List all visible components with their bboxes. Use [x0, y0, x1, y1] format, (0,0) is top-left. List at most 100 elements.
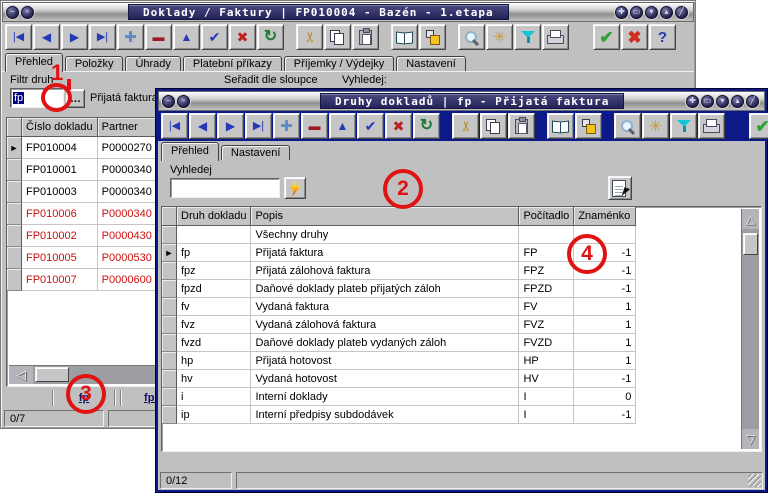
settings-gear-button[interactable]: ✳ [642, 113, 669, 139]
copy-to-button[interactable] [575, 113, 602, 139]
tab-polo-ky[interactable]: Položky [65, 56, 124, 71]
window-lower-button[interactable]: ▾ [716, 95, 729, 108]
bg-titlebar[interactable]: −∘ Doklady / Faktury | FP010004 - Bazén … [2, 2, 694, 22]
cell[interactable]: P0000600 [98, 269, 157, 291]
window-lower-button[interactable]: ▾ [645, 6, 658, 19]
cell[interactable]: I [519, 388, 574, 406]
cell[interactable]: fpzd [177, 280, 251, 298]
fg-vertical-scrollbar[interactable]: △ ▽ [741, 209, 759, 449]
tab-nastaven-[interactable]: Nastavení [396, 56, 466, 71]
tab-platebn-p-kazy[interactable]: Platební příkazy [183, 56, 282, 71]
window-menu-button[interactable]: − [162, 95, 175, 108]
column-header-popis[interactable]: Popis [251, 207, 519, 226]
paste-button[interactable] [352, 24, 379, 50]
row-selector-cell[interactable] [162, 352, 177, 370]
resize-grip[interactable] [748, 474, 761, 487]
row-selector-cell[interactable] [162, 388, 177, 406]
cell[interactable]: Přijatá hotovost [251, 352, 519, 370]
row-selector-cell[interactable] [162, 226, 177, 244]
cell[interactable]: -1 [574, 262, 636, 280]
cell[interactable]: -1 [574, 244, 636, 262]
codebook-button[interactable] [391, 24, 418, 50]
cell[interactable]: FPZ [519, 262, 574, 280]
cancel-edit-button[interactable]: ✖ [385, 113, 412, 139]
cell[interactable]: -1 [574, 280, 636, 298]
cell[interactable] [574, 226, 636, 244]
cell[interactable]: fp [177, 244, 251, 262]
report-button[interactable] [608, 176, 632, 200]
cell[interactable]: FP010006 [22, 203, 98, 225]
row-selector-cell[interactable] [7, 247, 22, 269]
cell[interactable]: FP010007 [22, 269, 98, 291]
print-button[interactable] [698, 113, 725, 139]
window-minimize-button[interactable]: ∘ [177, 95, 190, 108]
cell[interactable]: P0000530 [98, 247, 157, 269]
row-selector-header[interactable] [162, 207, 177, 226]
cancel-edit-button[interactable]: ✖ [229, 24, 256, 50]
window-raise-button[interactable]: ▴ [731, 95, 744, 108]
filter-druh-input[interactable]: fp [10, 88, 64, 108]
tab-p-ehled[interactable]: Přehled [161, 142, 219, 161]
apply-filter-button[interactable] [284, 177, 306, 199]
row-selector-header[interactable] [7, 118, 22, 137]
cell[interactable] [519, 226, 574, 244]
first-record-button[interactable]: |◀ [5, 24, 32, 50]
row-selector-cell[interactable] [7, 181, 22, 203]
cell[interactable]: Interní předpisy subdodávek [251, 406, 519, 424]
cell[interactable]: FP010003 [22, 181, 98, 203]
cell[interactable]: 1 [574, 334, 636, 352]
tab-p-jemky-v-dejky[interactable]: Příjemky / Výdejky [284, 56, 394, 71]
table-row[interactable]: fvVydaná fakturaFV1 [162, 298, 636, 316]
fg-titlebar[interactable]: −∘ Druhy dokladů | fp - Přijatá faktura … [158, 91, 765, 111]
row-selector-cell[interactable] [7, 159, 22, 181]
cell[interactable]: P0000270 [98, 137, 157, 159]
window-close-button[interactable]: ╱ [675, 6, 688, 19]
post-record-button[interactable]: ✔ [201, 24, 228, 50]
cell[interactable]: HV [519, 370, 574, 388]
window-menu-button[interactable]: − [6, 6, 19, 19]
cell[interactable]: hv [177, 370, 251, 388]
row-selector-cell[interactable] [7, 225, 22, 247]
cut-button[interactable]: ✂ [296, 24, 323, 50]
row-selector-cell[interactable] [162, 334, 177, 352]
table-row[interactable]: ipInterní předpisy subdodávekI-1 [162, 406, 636, 424]
cell[interactable]: HP [519, 352, 574, 370]
prev-record-button[interactable]: ◀ [189, 113, 216, 139]
edit-record-button[interactable]: ▲ [173, 24, 200, 50]
last-record-button[interactable]: ▶| [245, 113, 272, 139]
row-selector-cell[interactable] [162, 406, 177, 424]
tab--hrady[interactable]: Úhrady [125, 56, 180, 71]
table-row[interactable]: fpzPřijatá zálohová fakturaFPZ-1 [162, 262, 636, 280]
fg-vscroll-thumb[interactable] [743, 233, 758, 255]
row-selector-cell[interactable] [7, 203, 22, 225]
cell[interactable]: Daňové doklady plateb přijatých záloh [251, 280, 519, 298]
scroll-up-icon[interactable]: △ [742, 209, 759, 229]
cell[interactable]: Přijatá faktura [251, 244, 519, 262]
cell[interactable]: P0000340 [98, 159, 157, 181]
next-record-button[interactable]: ▶ [217, 113, 244, 139]
window-maximize-button[interactable]: ✚ [686, 95, 699, 108]
cell[interactable]: -1 [574, 370, 636, 388]
cell[interactable]: FV [519, 298, 574, 316]
refresh-button[interactable]: ↻ [413, 113, 440, 139]
cell[interactable]: fvzd [177, 334, 251, 352]
cell[interactable]: 1 [574, 298, 636, 316]
cell[interactable]: ip [177, 406, 251, 424]
column-header-druh-dokladu[interactable]: Druh dokladu [177, 207, 251, 226]
table-row[interactable]: hpPřijatá hotovostHP1 [162, 352, 636, 370]
cell[interactable]: Daňové doklady plateb vydaných záloh [251, 334, 519, 352]
cell[interactable]: FPZD [519, 280, 574, 298]
row-selector-cell[interactable] [162, 298, 177, 316]
copy-to-button[interactable] [419, 24, 446, 50]
cell[interactable]: Všechny druhy [251, 226, 519, 244]
quick-filter-link-fp[interactable]: fp [79, 392, 89, 404]
search-button[interactable] [458, 24, 485, 50]
row-selector-cell[interactable] [162, 262, 177, 280]
cell[interactable]: 1 [574, 352, 636, 370]
post-record-button[interactable]: ✔ [357, 113, 384, 139]
next-record-button[interactable]: ▶ [61, 24, 88, 50]
cell[interactable]: FP [519, 244, 574, 262]
cell[interactable]: FVZD [519, 334, 574, 352]
cell[interactable]: FP010004 [22, 137, 98, 159]
cell[interactable]: hp [177, 352, 251, 370]
